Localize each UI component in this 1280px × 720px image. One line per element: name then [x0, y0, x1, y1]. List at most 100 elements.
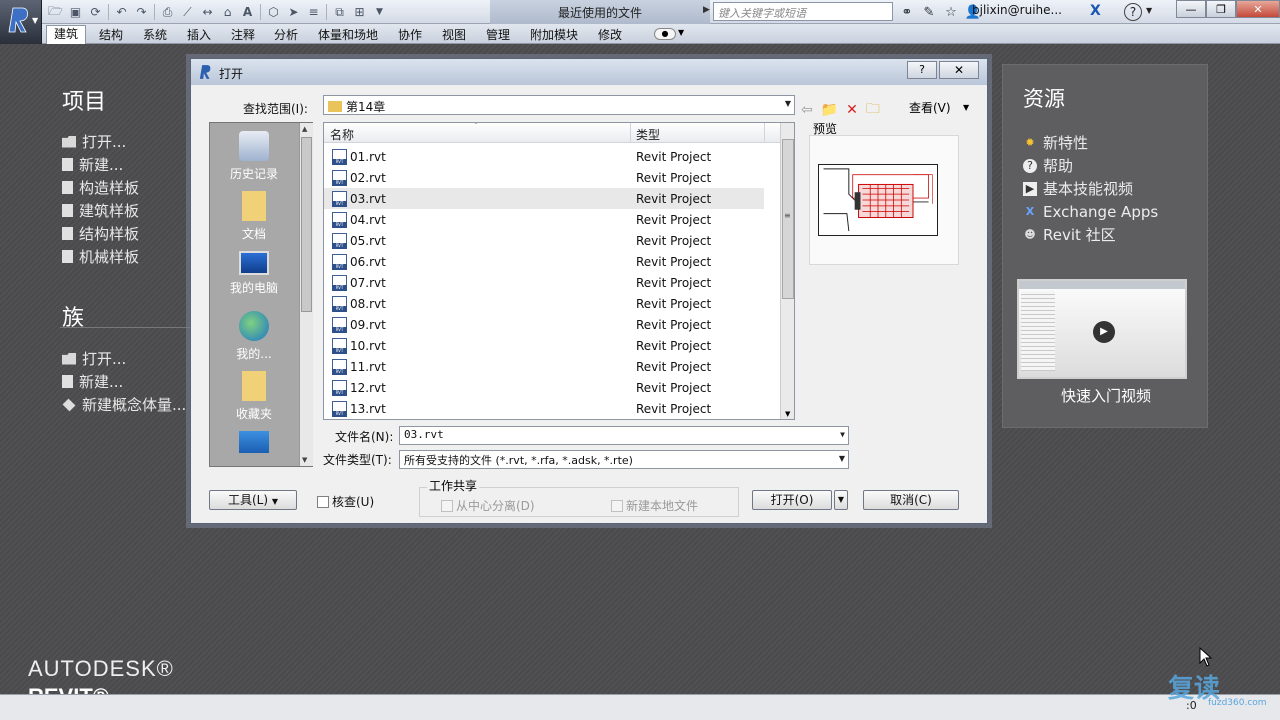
- project-new-link[interactable]: 新建...: [62, 153, 139, 176]
- whats-new-link[interactable]: ✹ 新特性: [1023, 131, 1158, 154]
- filetype-dropdown[interactable]: 所有受支持的文件 (*.rvt, *.rfa, *.adsk, *.rte) ▼: [399, 450, 849, 469]
- file-row[interactable]: 08.rvt Revit Project: [324, 293, 764, 314]
- project-open-link[interactable]: 打开...: [62, 130, 139, 153]
- sync-icon[interactable]: ⟳: [86, 3, 105, 22]
- tools-button[interactable]: 工具(L) ▼: [209, 490, 297, 510]
- favorites-star-icon[interactable]: ☆: [942, 3, 960, 21]
- new-conceptual-mass-link[interactable]: 新建概念体量...: [62, 393, 186, 416]
- delete-icon[interactable]: ✕: [846, 102, 858, 118]
- file-row[interactable]: 11.rvt Revit Project: [324, 356, 764, 377]
- thin-lines-icon[interactable]: ≡: [304, 3, 323, 22]
- scroll-up-arrow-icon[interactable]: ▲: [302, 125, 307, 133]
- audit-checkbox[interactable]: 核查(U): [317, 493, 374, 510]
- tab-architecture[interactable]: 建筑: [46, 25, 87, 44]
- redo-icon[interactable]: ↷: [132, 3, 151, 22]
- close-hidden-icon[interactable]: ⧉: [330, 3, 349, 22]
- qat-dropdown-icon[interactable]: ▼: [370, 3, 389, 22]
- tab-view[interactable]: 视图: [442, 26, 466, 43]
- ribbon-minimize-icon[interactable]: ●: [654, 28, 676, 40]
- essential-skills-videos-link[interactable]: ▶ 基本技能视频: [1023, 177, 1158, 200]
- application-menu-button[interactable]: ▼: [0, 0, 42, 44]
- place-desktop[interactable]: [210, 431, 298, 457]
- dialog-close-button[interactable]: ✕: [939, 61, 979, 79]
- file-row[interactable]: 10.rvt Revit Project: [324, 335, 764, 356]
- tab-annotate[interactable]: 注释: [231, 26, 255, 43]
- open-button[interactable]: 打开(O): [752, 490, 832, 510]
- exchange-x-icon[interactable]: X: [1090, 3, 1101, 19]
- column-type-header[interactable]: 类型: [636, 126, 660, 143]
- file-row[interactable]: 01.rvt Revit Project: [324, 146, 764, 167]
- revit-community-link[interactable]: ☻ Revit 社区: [1023, 223, 1158, 246]
- back-icon[interactable]: ⇦: [801, 102, 813, 118]
- tab-insert[interactable]: 插入: [187, 26, 211, 43]
- play-icon[interactable]: ▶: [1093, 321, 1115, 343]
- tab-massing-site[interactable]: 体量和场地: [318, 26, 378, 43]
- save-icon[interactable]: ▣: [66, 3, 85, 22]
- up-folder-icon[interactable]: 📁: [821, 102, 838, 118]
- file-row[interactable]: 06.rvt Revit Project: [324, 251, 764, 272]
- family-open-link[interactable]: 打开...: [62, 347, 186, 370]
- help-icon[interactable]: ?: [1124, 3, 1142, 21]
- search-input[interactable]: 键入关键字或短语: [713, 2, 893, 21]
- scroll-down-arrow-icon[interactable]: ▼: [785, 410, 790, 418]
- scrollbar-thumb[interactable]: [301, 137, 312, 312]
- tab-analyze[interactable]: 分析: [274, 26, 298, 43]
- view-menu-button[interactable]: 查看(V): [909, 99, 951, 116]
- file-row[interactable]: 13.rvt Revit Project: [324, 398, 764, 419]
- column-name-header[interactable]: 名称: [330, 126, 354, 143]
- look-in-dropdown[interactable]: 第14章 ▼: [323, 95, 795, 115]
- file-row[interactable]: 05.rvt Revit Project: [324, 230, 764, 251]
- open-icon[interactable]: 🗁: [46, 3, 65, 22]
- tag-icon[interactable]: ⌂: [218, 3, 237, 22]
- place-network[interactable]: 我的...: [210, 311, 298, 362]
- tab-manage[interactable]: 管理: [486, 26, 510, 43]
- dropdown-arrow-icon[interactable]: ▼: [840, 430, 845, 439]
- scroll-down-arrow-icon[interactable]: ▼: [302, 456, 307, 464]
- file-row[interactable]: 02.rvt Revit Project: [324, 167, 764, 188]
- dimension-icon[interactable]: ↔: [198, 3, 217, 22]
- structural-template-link[interactable]: 结构样板: [62, 222, 139, 245]
- getting-started-video-label[interactable]: 快速入门视频: [1003, 385, 1209, 406]
- help-dropdown-icon[interactable]: ▼: [1146, 6, 1152, 15]
- print-icon[interactable]: ⎙: [158, 3, 177, 22]
- user-name[interactable]: bjlixin@ruihe...: [972, 3, 1062, 17]
- cancel-button[interactable]: 取消(C): [863, 490, 959, 510]
- family-new-link[interactable]: 新建...: [62, 370, 186, 393]
- search-expand-icon[interactable]: ▶: [703, 5, 710, 15]
- 3d-view-icon[interactable]: ⬡: [264, 3, 283, 22]
- place-my-computer[interactable]: 我的电脑: [210, 251, 298, 296]
- exchange-apps-link[interactable]: X Exchange Apps: [1023, 200, 1158, 223]
- ribbon-options-caret-icon[interactable]: ▼: [678, 28, 684, 37]
- section-icon[interactable]: ➤: [284, 3, 303, 22]
- place-favorites[interactable]: 收藏夹: [210, 371, 298, 422]
- filename-input[interactable]: 03.rvt ▼: [399, 426, 849, 445]
- dialog-help-button[interactable]: ?: [907, 61, 937, 79]
- subscription-icon[interactable]: ✎: [920, 3, 938, 21]
- open-dropdown-arrow-icon[interactable]: ▼: [834, 490, 848, 510]
- architectural-template-link[interactable]: 建筑样板: [62, 199, 139, 222]
- dialog-title-bar[interactable]: 打开 ? ✕: [191, 59, 987, 85]
- place-documents[interactable]: 文档: [210, 191, 298, 242]
- tab-structure[interactable]: 结构: [99, 26, 123, 43]
- tab-modify[interactable]: 修改: [598, 26, 622, 43]
- restore-button[interactable]: ❐: [1206, 0, 1236, 18]
- measure-icon[interactable]: ⟋: [178, 3, 197, 22]
- file-row[interactable]: 12.rvt Revit Project: [324, 377, 764, 398]
- file-row[interactable]: 07.rvt Revit Project: [324, 272, 764, 293]
- tab-add-ins[interactable]: 附加模块: [530, 26, 578, 43]
- new-folder-icon[interactable]: 🗀: [866, 98, 880, 122]
- file-row[interactable]: 03.rvt Revit Project: [324, 188, 764, 209]
- construction-template-link[interactable]: 构造样板: [62, 176, 139, 199]
- view-menu-caret-icon[interactable]: ▼: [963, 103, 969, 112]
- tab-systems[interactable]: 系统: [143, 26, 167, 43]
- undo-icon[interactable]: ↶: [112, 3, 131, 22]
- mechanical-template-link[interactable]: 机械样板: [62, 245, 139, 268]
- create-new-local-checkbox[interactable]: 新建本地文件: [611, 497, 698, 514]
- file-list-scrollbar[interactable]: ≡ ▼: [780, 123, 794, 419]
- close-button[interactable]: ✕: [1236, 0, 1280, 18]
- switch-windows-icon[interactable]: ⊞: [350, 3, 369, 22]
- help-link[interactable]: ? 帮助: [1023, 154, 1158, 177]
- file-row[interactable]: 09.rvt Revit Project: [324, 314, 764, 335]
- detach-from-central-checkbox[interactable]: 从中心分离(D): [441, 497, 535, 514]
- binoculars-icon[interactable]: ⚭: [898, 3, 916, 21]
